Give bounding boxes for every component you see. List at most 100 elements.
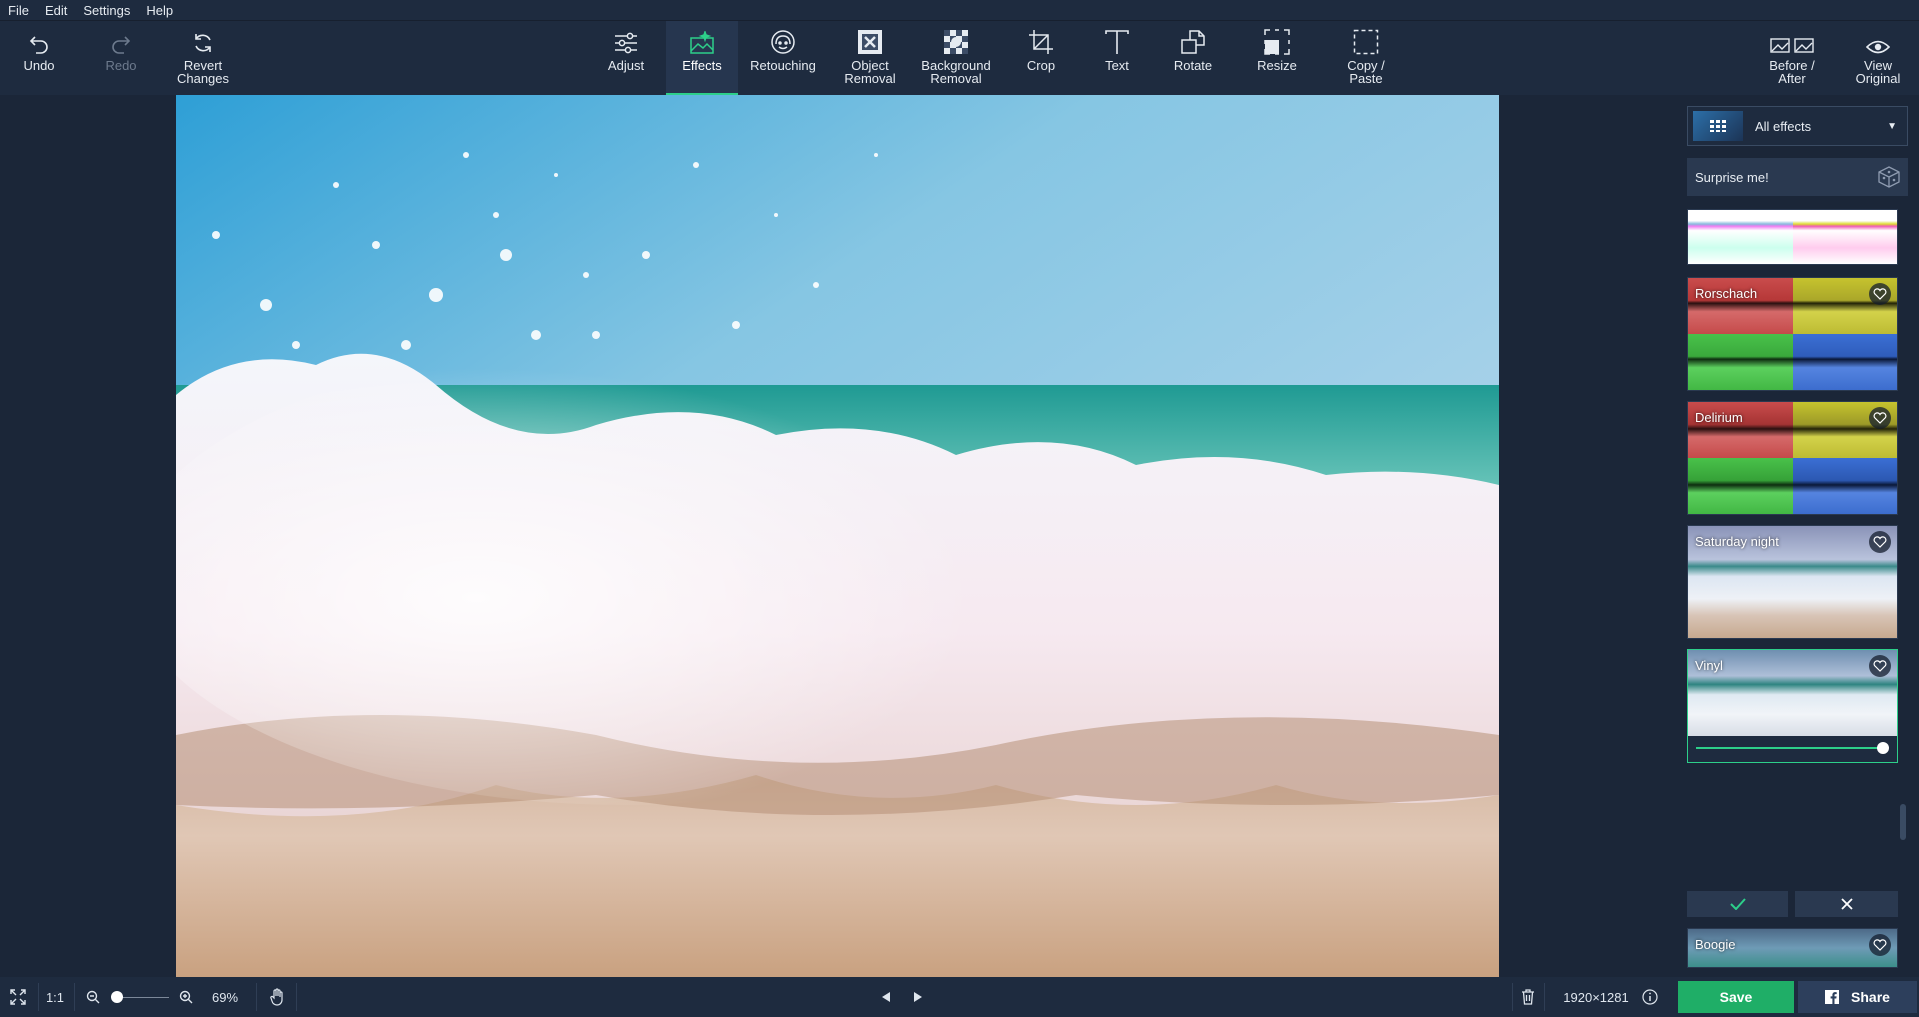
effect-name: Saturday night: [1695, 534, 1779, 549]
next-image-button[interactable]: [908, 977, 928, 1017]
zoom-out-button[interactable]: [84, 977, 102, 1017]
heart-icon[interactable]: [1869, 531, 1891, 553]
info-icon: [1642, 989, 1658, 1005]
crop-label: Crop: [1026, 58, 1056, 73]
image-info-button[interactable]: [1640, 977, 1660, 1017]
effects-category-dropdown[interactable]: All effects ▼: [1687, 106, 1908, 146]
delete-button[interactable]: [1518, 977, 1538, 1017]
apply-button[interactable]: [1687, 891, 1788, 917]
zoom-in-icon: [179, 990, 193, 1004]
save-button[interactable]: Save: [1678, 981, 1794, 1013]
previous-image-button[interactable]: [876, 977, 896, 1017]
view-original-button[interactable]: View Original: [1850, 21, 1906, 96]
heart-icon[interactable]: [1869, 283, 1891, 305]
dimensions-value: 1920×1281: [1563, 989, 1629, 1005]
effects-label: Effects: [682, 58, 722, 73]
cancel-button[interactable]: [1795, 891, 1898, 917]
hand-tool-button[interactable]: [268, 977, 288, 1017]
menu-edit[interactable]: Edit: [37, 3, 75, 18]
fit-screen-button[interactable]: [6, 977, 30, 1017]
actual-size-button[interactable]: 1:1: [42, 977, 68, 1017]
divider: [74, 983, 75, 1011]
effect-card-saturday-night[interactable]: Saturday night: [1687, 525, 1898, 639]
surprise-label: Surprise me!: [1695, 169, 1769, 185]
retouching-label: Retouching: [750, 58, 816, 73]
save-label: Save: [1719, 989, 1753, 1005]
slider-knob[interactable]: [1877, 742, 1889, 754]
tab-effects[interactable]: Effects: [666, 21, 738, 96]
heart-icon[interactable]: [1869, 934, 1891, 956]
heart-icon[interactable]: [1869, 655, 1891, 677]
crop-icon: [1028, 21, 1054, 59]
tab-rotate[interactable]: Rotate: [1168, 21, 1218, 96]
effect-name: Delirium: [1695, 410, 1743, 425]
retouching-icon: [769, 21, 797, 59]
effect-card-delirium[interactable]: Delirium: [1687, 401, 1898, 515]
effect-card-boogie[interactable]: Boogie: [1687, 928, 1898, 968]
effect-card-rorschach[interactable]: Rorschach: [1687, 277, 1898, 391]
menu-settings[interactable]: Settings: [75, 3, 138, 18]
before-after-button[interactable]: Before / After: [1762, 21, 1822, 96]
status-bar: 1:1 69% 1920×1281 Save Share: [0, 977, 1919, 1017]
menu-help[interactable]: Help: [138, 3, 181, 18]
before-after-label: Before / After: [1769, 58, 1815, 86]
tab-adjust[interactable]: Adjust: [600, 21, 652, 96]
dropdown-value: All effects: [1755, 118, 1812, 134]
resize-icon: [1264, 21, 1290, 59]
effects-icon: [689, 21, 715, 59]
rotate-label: Rotate: [1173, 58, 1213, 73]
tab-resize[interactable]: Resize: [1252, 21, 1302, 96]
tab-object-removal[interactable]: Object Removal: [840, 21, 900, 96]
image-dimensions: 1920×1281: [1556, 977, 1636, 1017]
tab-retouching[interactable]: Retouching: [744, 21, 822, 96]
divider: [38, 983, 39, 1011]
redo-label: Redo: [105, 58, 137, 73]
heart-icon[interactable]: [1869, 407, 1891, 429]
text-label: Text: [1105, 58, 1129, 73]
facebook-icon: [1825, 990, 1840, 1004]
zoom-in-button[interactable]: [177, 977, 195, 1017]
close-icon: [1840, 898, 1853, 910]
photo-canvas[interactable]: [176, 95, 1499, 977]
panel-scrollbar[interactable]: [1900, 804, 1906, 840]
object-removal-icon: [857, 21, 883, 59]
grid-icon: [1693, 111, 1743, 141]
canvas-area[interactable]: [0, 95, 1674, 977]
effect-card-vinyl[interactable]: Vinyl: [1687, 649, 1898, 763]
revert-label: Revert Changes: [176, 58, 230, 86]
before-after-icon: [1769, 21, 1815, 59]
intensity-slider[interactable]: [1688, 736, 1897, 762]
rotate-icon: [1180, 21, 1206, 59]
tab-background-removal[interactable]: Background Removal: [914, 21, 998, 96]
undo-label: Undo: [23, 58, 55, 73]
zoom-level: 69%: [205, 977, 245, 1017]
tab-crop[interactable]: Crop: [1018, 21, 1064, 96]
ratio-label: 1:1: [45, 989, 65, 1005]
menu-bar: File Edit Settings Help: [0, 0, 1919, 20]
share-button[interactable]: Share: [1798, 981, 1917, 1013]
undo-icon: [28, 21, 50, 59]
divider: [1544, 983, 1545, 1011]
undo-button[interactable]: Undo: [14, 21, 64, 96]
hand-icon: [270, 988, 283, 1006]
divider: [1512, 983, 1513, 1011]
checkmark-icon: [1729, 898, 1746, 910]
background-removal-icon: [943, 21, 969, 59]
tab-text[interactable]: Text: [1094, 21, 1140, 96]
zoom-slider-knob[interactable]: [111, 991, 123, 1003]
redo-icon: [110, 21, 132, 59]
share-label: Share: [1851, 989, 1890, 1005]
arrow-right-icon: [914, 992, 922, 1002]
revert-changes-button[interactable]: Revert Changes: [172, 21, 234, 96]
effect-card[interactable]: [1687, 209, 1898, 265]
revert-icon: [191, 21, 215, 59]
redo-button[interactable]: Redo: [96, 21, 146, 96]
zoom-out-icon: [86, 990, 100, 1004]
background-removal-label: Background Removal: [921, 58, 991, 86]
resize-label: Resize: [1257, 58, 1297, 73]
eye-icon: [1866, 21, 1890, 59]
menu-file[interactable]: File: [0, 3, 37, 18]
tab-copy-paste[interactable]: Copy / Paste: [1338, 21, 1394, 96]
zoom-value: 69%: [211, 989, 239, 1005]
surprise-me-button[interactable]: Surprise me!: [1687, 158, 1908, 196]
